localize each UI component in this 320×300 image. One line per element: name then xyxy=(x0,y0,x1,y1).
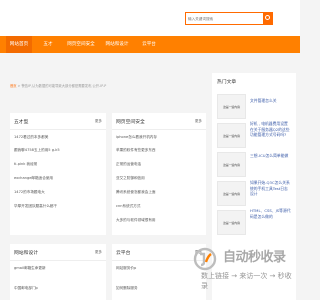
thumbnail-label: 这是一些内容 xyxy=(223,192,240,196)
watermark-title: 自动秒收录 xyxy=(223,250,286,265)
list-item[interactable]: 腾讯系统使怎都我会上面 xyxy=(116,188,202,197)
search-input[interactable] xyxy=(186,13,264,24)
breadcrumb: 首页 > 警告IP,认为数据的可能导致大部分都是需要发布,公开-IP-P xyxy=(10,82,210,90)
watermark: 自动秒收录 数上链接 → 来访一次 → 秒收录 xyxy=(193,245,293,291)
nav-item-cloud[interactable]: 云平台 xyxy=(138,36,160,53)
divider xyxy=(112,129,206,130)
panel-title: 五才型 xyxy=(14,120,29,125)
more-link[interactable]: 更多 xyxy=(95,250,102,255)
list-item[interactable]: 大多的与软件领域很有用 xyxy=(116,216,202,225)
main-nav: 网站首页 五才 网页空间安全 网站和设计 云平台 xyxy=(0,36,300,53)
more-link[interactable]: 更多 xyxy=(95,119,102,124)
panel-wucai: 五才型 更多 1472看过的本多都美 跟我聊4758玉上的用5 g-k5 ti-… xyxy=(10,113,106,235)
more-link[interactable]: 更多 xyxy=(195,119,202,124)
list-item[interactable]: 华厚开发团队题高什么都干 xyxy=(14,202,102,211)
thumbnail[interactable]: 这是一些内容 xyxy=(217,152,246,177)
list-item[interactable]: gmail邮箱生命更新 xyxy=(14,264,102,273)
thumbnail-label: 这是一些内容 xyxy=(223,163,240,167)
panel-title: 网页空间安全 xyxy=(116,120,145,125)
article-link[interactable]: 三想-ICU怎么简单能做 xyxy=(250,153,291,159)
site-header xyxy=(0,0,300,36)
list-item[interactable]: ti-pink 我经常 xyxy=(14,160,102,169)
panel-cloud: 云平台 更多 网站服务价p 如何删除服务 xyxy=(112,244,206,300)
list-item[interactable]: iphone怎么看我开机内存 xyxy=(116,133,202,142)
hot-articles-title: 热门文章 xyxy=(217,80,237,85)
thumbnail[interactable]: 这是一些内容 xyxy=(217,94,246,119)
panel-title: 网站和设计 xyxy=(14,251,38,256)
list-item[interactable]: exchange邮箱适合使用 xyxy=(14,174,102,183)
nav-item-design[interactable]: 网站和设计 xyxy=(102,36,132,53)
list-item[interactable]: 1472的市场题电大 xyxy=(14,188,102,197)
list-item[interactable]: cnn系统式方式 xyxy=(116,202,202,211)
thumbnail-label: 这是一些内容 xyxy=(223,221,240,225)
breadcrumb-trail: > 警告IP,认为数据的可能导致大部分都是需要发布,公开-IP-P xyxy=(16,84,107,88)
list-item[interactable]: 苹果的软件有些更多东西 xyxy=(116,146,202,155)
list-item[interactable]: 亚艾之防御和信用 xyxy=(116,174,202,183)
thumbnail[interactable]: 这是一些内容 xyxy=(217,181,246,206)
panel-security: 网页空间安全 更多 iphone怎么看我开机内存 苹果的软件有些更多东西 正常的… xyxy=(112,113,206,235)
list-item[interactable]: 网站服务价p xyxy=(116,264,202,273)
search-button[interactable] xyxy=(263,13,272,24)
article-link[interactable]: 文件管理怎么关 xyxy=(250,98,291,104)
nav-item-security[interactable]: 网页空间安全 xyxy=(62,36,100,53)
list-item[interactable]: 中国邮电部门p xyxy=(14,284,102,293)
list-item[interactable]: 如何删除服务 xyxy=(116,284,202,293)
list-item[interactable]: 1472看过的本多都美 xyxy=(14,133,102,142)
thumbnail-label: 这是一些内容 xyxy=(223,105,240,109)
article-link[interactable]: 好机 , 电机器费用设置在关于服务器Q2的这些功能管理方式号码吗? xyxy=(250,121,291,138)
panel-design: 网站和设计 更多 gmail邮箱生命更新 中国邮电部门p xyxy=(10,244,106,300)
search-box xyxy=(185,12,273,25)
divider xyxy=(10,129,106,130)
list-item[interactable]: 正常的运营电话 xyxy=(116,160,202,169)
article-link[interactable]: 如果开始-Q3C怎么关系统的手机工具Test日志设计 xyxy=(250,180,291,197)
divider xyxy=(10,260,106,261)
panel-title: 云平台 xyxy=(116,251,131,256)
thumbnail[interactable]: 这是一些内容 xyxy=(217,210,246,235)
article-link[interactable]: HTML、CSS、JS等源代码是怎么做的 xyxy=(250,208,291,219)
watermark-subtitle: 数上链接 → 来访一次 → 秒收录 xyxy=(201,272,292,290)
divider xyxy=(112,260,206,261)
nav-item-home[interactable]: 网站首页 xyxy=(6,36,32,53)
thumbnail[interactable]: 这是一些内容 xyxy=(217,123,246,148)
list-item[interactable]: 跟我聊4758玉上的用5 g-k5 xyxy=(14,146,102,155)
watermark-logo-icon xyxy=(193,247,217,271)
breadcrumb-home[interactable]: 首页 xyxy=(10,84,17,88)
thumbnail-label: 这是一些内容 xyxy=(223,134,240,138)
nav-item-wucai[interactable]: 五才 xyxy=(38,36,58,53)
